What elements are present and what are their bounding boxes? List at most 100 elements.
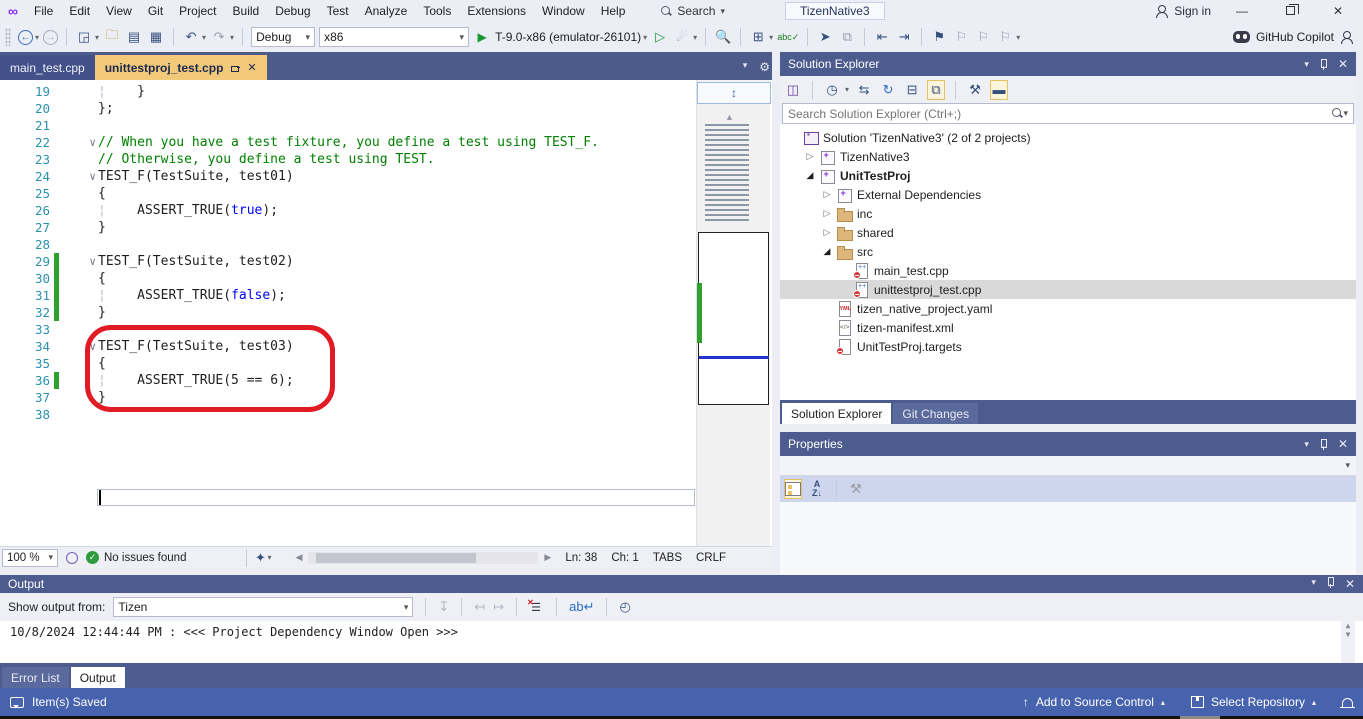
menu-item-edit[interactable]: Edit [61,2,98,20]
tree-item-src[interactable]: ◢src [780,242,1356,261]
redo-button[interactable]: ↷ [210,27,228,47]
sign-in-button[interactable]: Sign in [1155,4,1211,18]
tree-item-tizennative3[interactable]: ▷TizenNative3 [780,147,1356,166]
tree-expander-icon[interactable]: ◢ [822,246,832,257]
panel-splitter[interactable] [772,52,780,568]
output-log[interactable]: 10/8/2024 12:44:44 PM : <<< Project Depe… [0,621,1363,663]
tree-item-main-test-cpp[interactable]: main_test.cpp [780,261,1356,280]
window-position-dropdown[interactable]: ▾ [1311,577,1316,591]
tab-error-list[interactable]: Error List [2,667,69,688]
bookmark-toggle-icon[interactable]: ⚑ [930,27,948,47]
start-without-debug-button[interactable]: ▷ [651,27,669,47]
fold-collapse-icon[interactable]: ∨ [63,168,98,185]
tab-list-dropdown[interactable]: ▾ [743,60,748,74]
fold-collapse-icon[interactable]: ∨ [63,134,98,151]
tab-main-test-cpp[interactable]: main_test.cpp [0,55,95,80]
spell-check-icon[interactable]: abc✓ [777,27,799,47]
output-source-dropdown[interactable]: Tizen ▾ [113,597,413,617]
minimap-viewport[interactable] [698,232,769,405]
run-target-dropdown[interactable]: ▾ [643,33,647,42]
goto-message-icon[interactable]: ↧ [438,599,449,615]
scroll-up-icon[interactable]: ▲ [725,112,734,122]
clear-all-icon[interactable] [529,601,544,614]
tree-expander-icon[interactable]: ▷ [822,189,832,200]
eol-indicator[interactable]: CRLF [696,552,726,564]
bookmark-next-icon[interactable]: ⚐ [974,27,992,47]
hscroll-right-arrow[interactable]: ▶ [544,552,551,563]
code-line-29[interactable]: 29∨TEST_F(TestSuite, test02) [0,253,696,270]
code-line-25[interactable]: 25{ [0,185,696,202]
issues-status[interactable]: No issues found [104,552,186,564]
toolbar-overflow-dropdown[interactable]: ▾ [1016,33,1020,42]
save-all-button[interactable]: ▦ [147,27,165,47]
code-line-23[interactable]: 23// Otherwise, you define a test using … [0,151,696,168]
navigate-back-dropdown[interactable]: ▾ [35,33,39,42]
document-health-icon[interactable] [66,552,78,564]
solution-search-box[interactable]: ▾ [782,103,1354,124]
menu-item-file[interactable]: File [26,2,61,20]
split-editor-handle[interactable]: ↕ [697,82,771,104]
new-project-dropdown[interactable]: ▾ [95,33,99,42]
window-position-dropdown[interactable]: ▾ [1304,59,1309,70]
code-line-21[interactable]: 21 [0,117,696,134]
menu-item-window[interactable]: Window [534,2,593,20]
scroll-down-icon[interactable]: ▼ [1346,630,1351,639]
tree-item-solution-tizennative3-2-of-2-projects[interactable]: Solution 'TizenNative3' (2 of 2 projects… [780,128,1356,147]
close-tab-icon[interactable]: ✕ [247,61,256,74]
menu-item-project[interactable]: Project [171,2,224,20]
previous-message-icon[interactable]: ↤ [474,599,485,615]
menu-item-build[interactable]: Build [225,2,268,20]
code-line-32[interactable]: 32} [0,304,696,321]
tree-item-external-dependencies[interactable]: ▷External Dependencies [780,185,1356,204]
notifications-bell-icon[interactable] [1342,698,1353,707]
refresh-icon[interactable]: ↻ [879,80,897,100]
restore-button[interactable] [1273,4,1307,18]
pending-changes-filter-icon[interactable]: ◷ [823,80,841,100]
close-button[interactable]: ✕ [1321,4,1355,18]
alphabetical-sort-icon[interactable]: AZ↓ [808,479,826,499]
tree-expander-icon[interactable]: ▷ [822,227,832,238]
solution-windows-dropdown[interactable]: ▾ [769,33,773,42]
close-panel-icon[interactable]: ✕ [1345,577,1355,591]
horizontal-scrollbar[interactable] [308,552,538,564]
minimize-button[interactable]: — [1225,4,1259,18]
tree-item-tizen-native-project-yaml[interactable]: tizen_native_project.yaml [780,299,1356,318]
tree-item-shared[interactable]: ▷shared [780,223,1356,242]
menu-item-analyze[interactable]: Analyze [357,2,416,20]
undo-dropdown[interactable]: ▾ [202,33,206,42]
code-line-30[interactable]: 30{ [0,270,696,287]
add-to-source-control-button[interactable]: ↑ Add to Source Control ▴ [1023,695,1165,709]
menu-item-test[interactable]: Test [319,2,357,20]
tree-item-unittestproj[interactable]: ◢UnitTestProj [780,166,1356,185]
save-button[interactable]: ▤ [125,27,143,47]
search-options-dropdown[interactable]: ▾ [1343,108,1348,119]
filter-dropdown[interactable]: ▾ [845,85,849,94]
pin-tab-icon[interactable] [230,63,240,73]
github-copilot-button[interactable]: GitHub Copilot [1233,30,1363,44]
code-editor[interactable]: 19¦ }20};2122∨// When you have a test fi… [0,80,778,546]
pin-panel-icon[interactable] [1319,439,1328,450]
indent-increase-icon[interactable]: ⇥ [895,27,913,47]
code-line-19[interactable]: 19¦ } [0,83,696,100]
next-message-icon[interactable]: ↦ [493,599,504,615]
scroll-up-icon[interactable]: ▲ [1346,621,1351,630]
tree-expander-icon[interactable]: ◢ [805,170,815,181]
properties-title-bar[interactable]: Properties ▾ ✕ [780,432,1356,456]
indent-decrease-icon[interactable]: ⇤ [873,27,891,47]
minimap[interactable]: ↕ ▲ [696,80,770,546]
start-debug-button[interactable]: ▶ [473,27,491,47]
pin-panel-icon[interactable] [1319,59,1328,70]
tree-item-inc[interactable]: ▷inc [780,204,1356,223]
tab-unittestproj-test-cpp[interactable]: unittestproj_test.cpp ✕ [95,55,267,80]
duplicate-icon[interactable]: ⧉ [838,27,856,47]
properties-wrench-icon[interactable]: ⚒ [966,80,984,100]
zoom-dropdown[interactable]: 100 % ▾ [2,549,58,567]
menu-item-view[interactable]: View [98,2,140,20]
feedback-bubble-icon[interactable] [10,697,24,708]
window-position-dropdown[interactable]: ▾ [1304,439,1309,450]
menu-item-debug[interactable]: Debug [267,2,318,20]
menu-item-help[interactable]: Help [593,2,634,20]
toolbar-drag-handle[interactable] [5,28,11,46]
code-cleanup-dropdown[interactable]: ▾ [267,553,271,562]
platform-dropdown[interactable]: x86 ▾ [319,27,469,47]
